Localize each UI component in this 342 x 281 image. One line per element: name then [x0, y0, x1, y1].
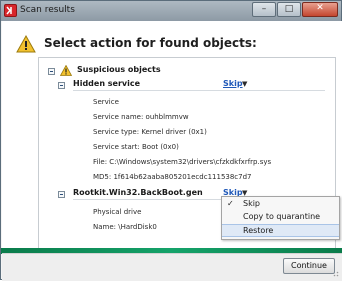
menu-item-copy-to-quarantine[interactable]: Copy to quarantine — [222, 211, 339, 224]
detail-line: Service name: ouhblmmvw — [93, 113, 189, 121]
action-menu[interactable]: ✓ Skip Copy to quarantine Restore — [221, 196, 340, 240]
app-icon — [4, 4, 17, 17]
warning-icon — [16, 35, 36, 53]
maximize-icon: □ — [284, 4, 294, 14]
scan-results-window: Scan results – □ ✕ Select action for fou… — [0, 0, 342, 281]
detail-line: Service — [93, 98, 119, 106]
group-label: Suspicious objects — [77, 65, 161, 74]
resize-grip-icon[interactable] — [331, 269, 339, 277]
item-collapse-toggle[interactable] — [58, 82, 65, 89]
continue-button[interactable]: Continue — [283, 258, 335, 274]
detail-line: Name: \HardDisk0 — [93, 223, 157, 231]
window-controls: – □ ✕ — [251, 2, 338, 19]
menu-item-label: Skip — [243, 199, 261, 208]
separator — [73, 199, 223, 200]
detail-line: Physical drive — [93, 208, 142, 216]
page-title: Select action for found objects: — [44, 36, 257, 50]
window-title: Scan results — [20, 5, 75, 15]
maximize-button[interactable]: □ — [277, 2, 301, 17]
threat-name: Rootkit.Win32.BackBoot.gen — [73, 188, 203, 197]
chevron-down-icon[interactable]: ▼ — [242, 80, 247, 88]
title-bar[interactable]: Scan results – □ ✕ — [1, 1, 341, 21]
item-collapse-toggle[interactable] — [58, 191, 65, 198]
close-icon: ✕ — [316, 3, 324, 13]
detail-line: Service start: Boot (0x0) — [93, 143, 179, 151]
group-collapse-toggle[interactable] — [48, 68, 55, 75]
warning-icon — [60, 65, 72, 76]
minimize-icon: – — [261, 4, 267, 14]
detail-line: File: C:\Windows\system32\drivers\cfzkdk… — [93, 158, 272, 166]
menu-item-label: Restore — [243, 226, 274, 235]
checkmark-icon: ✓ — [227, 199, 234, 208]
detail-line: Service type: Kernel driver (0x1) — [93, 128, 207, 136]
action-dropdown-link[interactable]: Skip — [223, 79, 243, 88]
menu-item-skip[interactable]: ✓ Skip — [222, 198, 339, 211]
minimize-button[interactable]: – — [252, 2, 276, 17]
close-button[interactable]: ✕ — [302, 2, 338, 17]
menu-item-restore[interactable]: Restore — [222, 224, 339, 237]
threat-name: Hidden service — [73, 79, 141, 88]
menu-item-label: Copy to quarantine — [243, 212, 321, 221]
separator — [73, 90, 325, 91]
detail-line: MD5: 1f614b62aaba805201ecdc111538c7d7 — [93, 173, 252, 181]
